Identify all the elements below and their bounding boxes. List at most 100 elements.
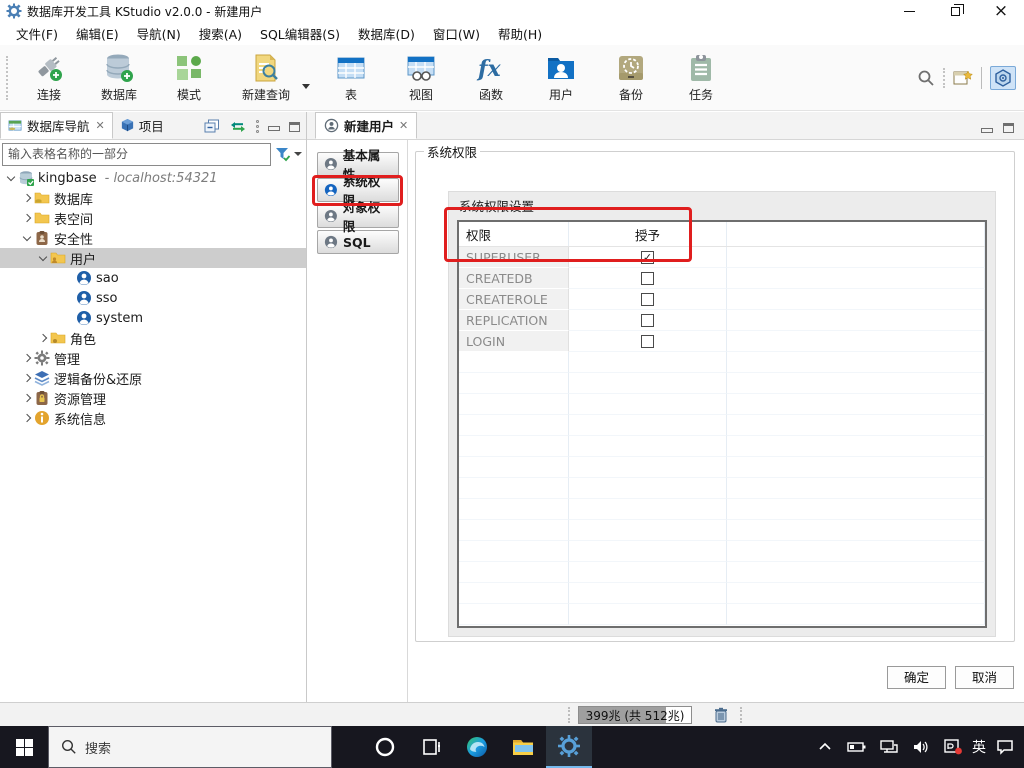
panel-minimize-icon[interactable] [268,126,280,131]
cancel-button[interactable]: 取消 [955,666,1014,689]
table-row-createdb[interactable]: CREATEDB [459,268,985,289]
start-button[interactable] [0,726,48,768]
login-checkbox[interactable] [641,335,654,348]
chevron-right-icon[interactable] [23,414,31,422]
privileges-table-header: 权限 授予 [459,222,985,247]
window-restore-button[interactable] [932,0,978,22]
editor-maximize-icon[interactable] [1003,123,1014,133]
table-button[interactable]: 表 [316,50,386,106]
file-explorer-button[interactable] [500,726,546,768]
tree-filter-input[interactable] [2,143,271,166]
table-row-login[interactable]: LOGIN [459,331,985,352]
toolbar-separator-handle [943,68,945,88]
schema-button[interactable]: 模式 [154,50,224,106]
panel-maximize-icon[interactable] [289,122,300,132]
menu-sql-editor[interactable]: SQL编辑器(S) [252,21,348,46]
battery-icon[interactable] [844,734,870,760]
menu-edit[interactable]: 编辑(E) [68,21,127,46]
tree-item-roles[interactable]: 角色 [0,328,306,348]
settings-panel-title: 系统权限设置 [449,192,995,218]
tree-item-admin[interactable]: 管理 [0,348,306,368]
new-query-dropdown-arrow[interactable] [302,84,310,89]
menu-file[interactable]: 文件(F) [8,21,66,46]
person-icon [324,183,338,197]
ok-button[interactable]: 确定 [887,666,946,689]
table-row-replication[interactable]: REPLICATION [459,310,985,331]
tree-item-databases[interactable]: 数据库 [0,188,306,208]
tab-close-icon[interactable]: ✕ [399,119,408,132]
tab-project[interactable]: 项目 [113,112,171,139]
tree-item-resource-mgmt[interactable]: 资源管理 [0,388,306,408]
chevron-down-icon[interactable] [23,232,31,240]
tab-new-user[interactable]: 新建用户 ✕ [315,112,417,139]
table-row-createrole[interactable]: CREATEROLE [459,289,985,310]
database-navigator-icon [8,118,23,133]
filter-funnel-icon[interactable] [275,146,291,162]
menu-navigate[interactable]: 导航(N) [129,21,189,46]
new-database-button[interactable]: 数据库 [84,50,154,106]
backup-button[interactable]: 备份 [596,50,666,106]
volume-icon[interactable] [908,734,934,760]
ime-mode-icon[interactable] [940,734,966,760]
tree-item-user-sso[interactable]: sso [0,288,306,308]
collapse-all-icon[interactable] [204,119,220,134]
tree-item-backup-restore[interactable]: 逻辑备份&还原 [0,368,306,388]
tree-item-user-sao[interactable]: sao [0,268,306,288]
open-perspective-icon[interactable] [953,69,973,87]
menu-help[interactable]: 帮助(H) [490,21,550,46]
link-with-editor-icon[interactable] [229,120,247,134]
tree-item-security[interactable]: 安全性 [0,228,306,248]
taskbar-search-box[interactable]: 搜索 [48,726,332,768]
network-icon[interactable] [876,734,902,760]
kstudio-taskbar-button[interactable] [546,726,592,768]
tree-item-system-info[interactable]: 系统信息 [0,408,306,428]
active-perspective-button[interactable] [990,66,1016,90]
tree-item-tablespaces[interactable]: 表空间 [0,208,306,228]
table-row-superuser[interactable]: SUPERUSER [459,247,985,268]
menu-database[interactable]: 数据库(D) [350,21,423,46]
view-button[interactable]: 视图 [386,50,456,106]
chevron-down-icon[interactable] [39,252,47,260]
chevron-right-icon[interactable] [23,194,31,202]
view-menu-icon[interactable] [256,120,259,133]
toolbar-search-icon[interactable] [917,69,935,87]
editor-minimize-icon[interactable] [981,128,993,133]
window-close-button[interactable]: × [978,0,1024,22]
chevron-down-icon[interactable] [7,172,15,180]
new-query-button[interactable]: 新建查询 [224,50,308,106]
menu-window[interactable]: 窗口(W) [425,21,488,46]
garbage-collect-icon[interactable] [712,706,730,724]
task-view-button[interactable] [408,726,454,768]
user-button[interactable]: 用户 [526,50,596,106]
function-button[interactable]: fx 函数 [456,50,526,106]
tree-item-user-system[interactable]: system [0,308,306,328]
memory-gauge[interactable]: 399兆 (共 512兆) [578,706,692,724]
tab-database-navigator[interactable]: 数据库导航 ✕ [0,112,113,139]
database-connection-icon [18,170,34,186]
edge-button[interactable] [454,726,500,768]
tab-object-privileges[interactable]: 对象权限 [317,204,399,228]
createrole-checkbox[interactable] [641,293,654,306]
connect-button[interactable]: 连接 [14,50,84,106]
ime-language-indicator[interactable]: 英 [972,737,986,757]
chevron-right-icon[interactable] [23,374,31,382]
tree-item-kingbase[interactable]: kingbase - localhost:54321 [0,168,306,188]
chevron-right-icon[interactable] [23,214,31,222]
superuser-checkbox[interactable] [641,251,654,264]
task-button[interactable]: 任务 [666,50,736,106]
window-minimize-button[interactable] [886,0,932,22]
tray-expand-chevron-icon[interactable] [812,734,838,760]
chevron-right-icon[interactable] [23,394,31,402]
chevron-right-icon[interactable] [39,334,47,342]
databases-folder-icon [34,190,50,206]
person-icon [324,235,338,249]
replication-checkbox[interactable] [641,314,654,327]
action-center-icon[interactable] [992,734,1018,760]
cortana-button[interactable] [362,726,408,768]
createdb-checkbox[interactable] [641,272,654,285]
tab-close-icon[interactable]: ✕ [96,119,105,132]
filter-dropdown-arrow[interactable] [294,152,302,156]
chevron-right-icon[interactable] [23,354,31,362]
tree-item-users[interactable]: 用户 [0,248,306,268]
menu-search[interactable]: 搜索(A) [191,21,250,46]
